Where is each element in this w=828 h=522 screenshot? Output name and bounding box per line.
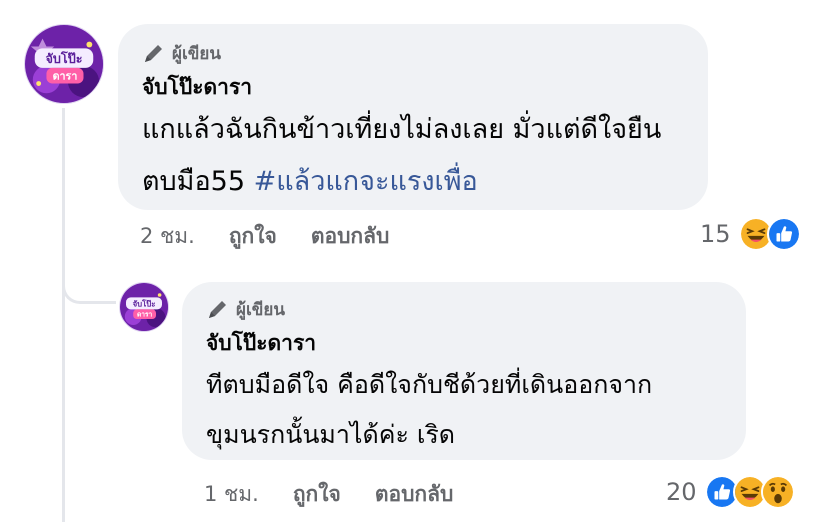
reply-button[interactable]: ตอบกลับ <box>311 220 390 253</box>
reaction-summary[interactable]: 20 <box>666 472 795 512</box>
reply-text: ทีตบมือดีใจ คือดีใจกับชีด้วยที่เดินออกจา… <box>206 360 722 460</box>
reply-actions: 1 ชม. ถูกใจ ตอบกลับ <box>204 474 487 514</box>
avatar-logo-image: จับโป๊ะ ดารา <box>120 283 168 331</box>
thread-connector-line <box>62 108 65 522</box>
thread-reply-connector <box>62 232 116 304</box>
like-icon <box>766 217 801 251</box>
comment-text-segment: ตบมือ55 <box>142 166 254 197</box>
svg-text:จับโป๊ะ: จับโป๊ะ <box>45 50 82 66</box>
reaction-count: 20 <box>666 478 697 506</box>
avatar[interactable]: จับโป๊ะ ดารา <box>24 24 104 104</box>
reaction-count: 15 <box>700 220 731 248</box>
author-badge: ผู้เขียน <box>206 296 722 322</box>
like-button[interactable]: ถูกใจ <box>293 478 341 511</box>
pen-icon <box>209 301 226 318</box>
comment-text: แกแล้วฉันกินข้าวเที่ยงไม่ลงเลย มั่วแต่ดี… <box>142 104 684 208</box>
svg-text:ดารา: ดารา <box>137 311 153 319</box>
reaction-summary[interactable]: 15 <box>700 214 801 254</box>
comment-bubble: ผู้เขียน จับโป๊ะดารา แกแล้วฉันกินข้าวเที… <box>118 24 708 210</box>
author-badge-label: ผู้เขียน <box>172 43 221 64</box>
reply-avatar[interactable]: จับโป๊ะ ดารา <box>119 282 169 332</box>
reply-timestamp[interactable]: 1 ชม. <box>204 478 259 511</box>
reply-button[interactable]: ตอบกลับ <box>375 478 454 511</box>
avatar-logo-image: จับโป๊ะ ดารา <box>25 25 103 103</box>
author-badge: ผู้เขียน <box>142 40 684 66</box>
reply-text-line: ขุมนรกนั้นมาได้ค่ะ เริด <box>206 420 456 449</box>
reaction-icons <box>738 217 801 251</box>
author-badge-label: ผู้เขียน <box>236 299 285 320</box>
reply-author-name[interactable]: จับโป๊ะดารา <box>206 328 722 358</box>
comment-timestamp[interactable]: 2 ชม. <box>140 220 195 253</box>
comment-author-name[interactable]: จับโป๊ะดารา <box>142 72 684 102</box>
svg-text:จับโป๊ะ: จับโป๊ะ <box>133 298 156 308</box>
comment-actions: 2 ชม. ถูกใจ ตอบกลับ <box>140 216 423 256</box>
svg-text:ดารา: ดารา <box>53 70 78 83</box>
comment-text-line: ตบมือ55 #แล้วแกจะแรงเพื่อ <box>142 156 684 208</box>
wow-icon <box>760 475 795 509</box>
comment-thread: จับโป๊ะ ดารา ผู้เขียน จับโป๊ะดารา แกแล้ว… <box>0 0 828 522</box>
pen-icon <box>145 45 162 62</box>
hashtag-link[interactable]: #แล้วแกจะแรงเพื่อ <box>254 166 478 197</box>
comment-text-line: แกแล้วฉันกินข้าวเที่ยงไม่ลงเลย มั่วแต่ดี… <box>142 114 662 145</box>
reply-text-line: ทีตบมือดีใจ คือดีใจกับชีด้วยที่เดินออกจา… <box>206 370 653 399</box>
reaction-icons <box>704 475 795 509</box>
like-button[interactable]: ถูกใจ <box>229 220 277 253</box>
reply-bubble: ผู้เขียน จับโป๊ะดารา ทีตบมือดีใจ คือดีใจ… <box>182 282 746 460</box>
